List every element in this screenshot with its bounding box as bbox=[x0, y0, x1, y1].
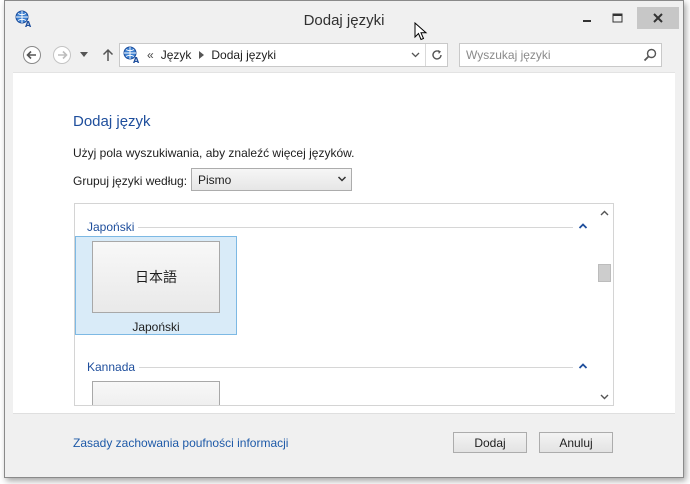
address-history-button[interactable] bbox=[406, 44, 424, 66]
page-title: Dodaj język bbox=[73, 113, 151, 130]
vertical-scrollbar[interactable] bbox=[596, 204, 613, 405]
language-tile-kannada[interactable] bbox=[92, 381, 220, 405]
group-divider bbox=[87, 367, 573, 368]
footer-bar: Zasady zachowania poufności informacji D… bbox=[13, 413, 675, 467]
group-by-select[interactable]: Pismo bbox=[191, 168, 352, 191]
maximize-button[interactable] bbox=[603, 7, 631, 29]
instruction-text: Użyj pola wyszukiwania, aby znaleźć więc… bbox=[73, 146, 355, 160]
svg-text:A: A bbox=[133, 56, 140, 64]
chevron-down-icon bbox=[80, 52, 88, 57]
breadcrumb-separator-icon[interactable] bbox=[199, 51, 205, 59]
group-divider bbox=[87, 227, 573, 228]
language-globe-icon: A bbox=[123, 46, 140, 64]
address-bar[interactable]: A « Język Dodaj języki bbox=[119, 43, 448, 67]
add-button[interactable]: Dodaj bbox=[453, 432, 527, 453]
title-bar: A Dodaj języki bbox=[5, 1, 683, 39]
group-name: Kannada bbox=[87, 360, 140, 374]
language-name: Japoński bbox=[132, 320, 180, 334]
forward-button[interactable] bbox=[51, 44, 73, 66]
privacy-statement-link[interactable]: Zasady zachowania poufności informacji bbox=[73, 436, 288, 450]
collapse-icon[interactable] bbox=[577, 360, 589, 372]
breadcrumb-language[interactable]: Język bbox=[161, 48, 192, 62]
language-group-header-japanese[interactable]: Japoński bbox=[87, 220, 589, 236]
scrollbar-thumb[interactable] bbox=[598, 264, 611, 282]
maximize-icon bbox=[612, 13, 622, 23]
search-input[interactable] bbox=[460, 44, 636, 66]
close-icon bbox=[653, 13, 663, 23]
group-by-selected-value: Pismo bbox=[198, 172, 232, 187]
language-list[interactable]: Japoński 日本語 Japoński Kannada bbox=[74, 203, 614, 406]
chevron-down-icon bbox=[337, 176, 347, 182]
refresh-icon bbox=[431, 50, 442, 60]
minimize-button[interactable] bbox=[573, 7, 601, 29]
forward-arrow-icon bbox=[53, 46, 71, 64]
mouse-pointer-icon bbox=[414, 22, 428, 41]
group-name: Japoński bbox=[87, 220, 139, 234]
back-arrow-icon bbox=[23, 46, 41, 64]
collapse-icon[interactable] bbox=[577, 220, 589, 232]
scroll-up-button[interactable] bbox=[596, 204, 613, 221]
language-tile-japanese[interactable]: 日本語 Japoński bbox=[75, 236, 237, 335]
search-box[interactable] bbox=[459, 43, 662, 67]
chevron-up-icon bbox=[600, 210, 609, 215]
breadcrumb-add-languages[interactable]: Dodaj języki bbox=[211, 48, 276, 62]
main-content: Dodaj język Użyj pola wyszukiwania, aby … bbox=[13, 72, 675, 413]
up-arrow-icon bbox=[102, 48, 114, 61]
group-by-label: Grupuj języki według: bbox=[73, 174, 188, 188]
navigation-bar: A « Język Dodaj języki bbox=[5, 39, 683, 71]
scroll-down-button[interactable] bbox=[596, 388, 613, 405]
minimize-icon bbox=[583, 20, 591, 22]
back-button[interactable] bbox=[21, 44, 43, 66]
chevron-down-icon bbox=[411, 52, 419, 58]
search-icon[interactable] bbox=[643, 48, 657, 62]
up-button[interactable] bbox=[97, 44, 119, 66]
close-button[interactable] bbox=[637, 7, 679, 29]
refresh-button[interactable] bbox=[425, 44, 447, 66]
language-group-header-kannada[interactable]: Kannada bbox=[87, 360, 589, 376]
recent-locations-button[interactable] bbox=[77, 44, 91, 66]
add-languages-window: A Dodaj języki A « Język Dodaj języki Wy… bbox=[4, 0, 684, 478]
language-native-name: 日本語 bbox=[92, 241, 220, 313]
chevron-down-icon bbox=[600, 394, 609, 399]
cancel-button[interactable]: Anuluj bbox=[539, 432, 613, 453]
address-overflow[interactable]: « bbox=[147, 48, 154, 62]
